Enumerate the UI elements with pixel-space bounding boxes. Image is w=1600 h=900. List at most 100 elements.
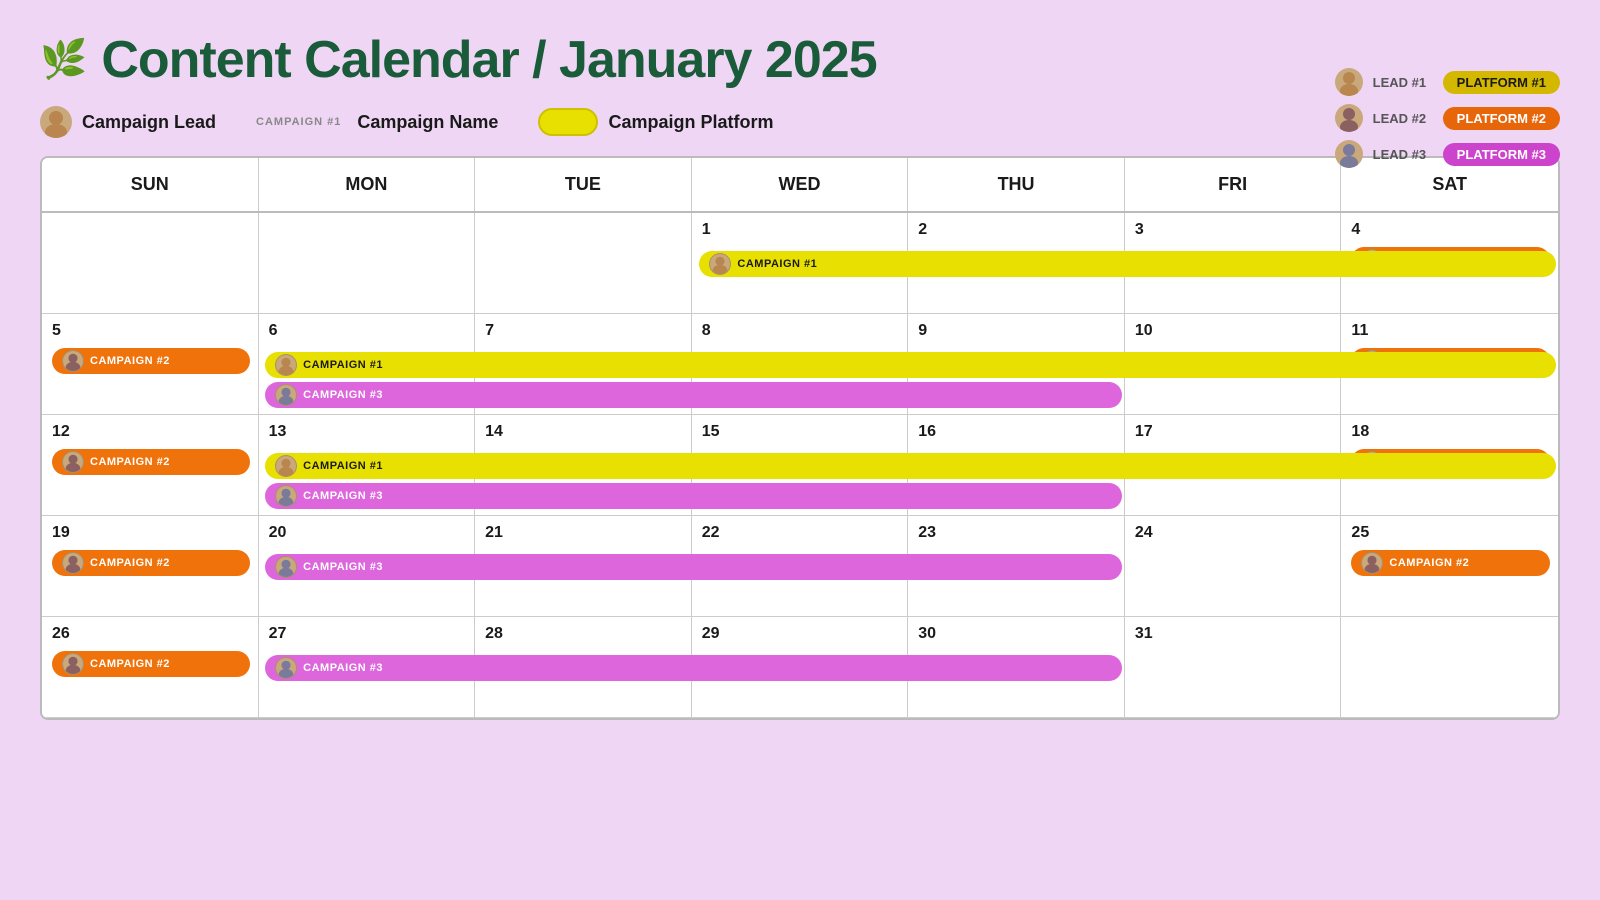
day-number-17: 17	[1135, 423, 1333, 441]
bar-avatar	[1361, 451, 1383, 473]
bar-avatar	[1361, 249, 1383, 271]
campaign-bar-jan12: CAMPAIGN #2	[52, 449, 250, 475]
day-number-7: 7	[485, 322, 683, 340]
day-header-sun: SUN	[42, 158, 259, 211]
cal-cell-jan16: 16	[908, 415, 1125, 515]
day-number-22: 22	[702, 524, 900, 542]
bar-avatar	[62, 350, 84, 372]
cal-cell-jan3: 3	[1125, 213, 1342, 313]
day-number-11: 11	[1351, 322, 1550, 340]
day-number-1: 1	[702, 221, 900, 239]
day-number-15: 15	[702, 423, 900, 441]
day-number-18: 18	[1351, 423, 1550, 441]
day-number-13: 13	[269, 423, 467, 441]
campaign-bar-jan26: CAMPAIGN #2	[52, 651, 250, 677]
legend-campaign-number: CAMPAIGN #1	[256, 116, 341, 128]
day-number-14: 14	[485, 423, 683, 441]
header: 🌿 Content Calendar / January 2025	[40, 30, 1560, 90]
cal-cell-empty-2	[259, 213, 476, 313]
day-header-mon: MON	[259, 158, 476, 211]
legend-row: Campaign Lead CAMPAIGN #1 Campaign Name …	[40, 106, 1560, 138]
side-lead-label-2: LEAD #2	[1373, 111, 1433, 126]
campaign-bar-jan4: CAMPAIGN #2	[1351, 247, 1550, 273]
bar-avatar	[62, 552, 84, 574]
cal-cell-jan5: 5 CAMPAIGN #2	[42, 314, 259, 414]
side-legend-item-3: LEAD #3 PLATFORM #3	[1335, 140, 1560, 168]
cal-cell-jan4: 4 CAMPAIGN #2	[1341, 213, 1558, 313]
campaign-bar-jan19: CAMPAIGN #2	[52, 550, 250, 576]
day-number-29: 29	[702, 625, 900, 643]
cal-row-5: 26 CAMPAIGN #2 27 28 29	[42, 617, 1558, 718]
day-number-24: 24	[1135, 524, 1333, 542]
bar-avatar	[62, 653, 84, 675]
side-lead-avatar-3	[1335, 140, 1363, 168]
cal-cell-jan30: 30	[908, 617, 1125, 717]
cal-cell-jan14: 14	[475, 415, 692, 515]
day-number-9: 9	[918, 322, 1116, 340]
side-platform-badge-1: PLATFORM #1	[1443, 71, 1560, 94]
day-header-fri: FRI	[1125, 158, 1342, 211]
cal-cell-jan6: 6	[259, 314, 476, 414]
day-header-tue: TUE	[475, 158, 692, 211]
calendar: SUN MON TUE WED THU FRI SAT 1 2 3	[40, 156, 1560, 720]
side-lead-avatar-1	[1335, 68, 1363, 96]
cal-cell-jan15: 15	[692, 415, 909, 515]
cal-row-3: 12 CAMPAIGN #2 13 14 15	[42, 415, 1558, 516]
cal-row-wrapper-1: 1 2 3 4 CAMPAIGN #2	[42, 213, 1558, 314]
cal-cell-jan12: 12 CAMPAIGN #2	[42, 415, 259, 515]
platform-color-swatch	[538, 108, 598, 136]
bar-avatar	[1361, 350, 1383, 372]
day-number-3: 3	[1135, 221, 1333, 239]
page: 🌿 Content Calendar / January 2025 Campai…	[0, 0, 1600, 900]
cal-cell-jan20: 20	[259, 516, 476, 616]
day-number-8: 8	[702, 322, 900, 340]
cal-cell-jan25: 25 CAMPAIGN #2	[1341, 516, 1558, 616]
day-number-20: 20	[269, 524, 467, 542]
day-header-wed: WED	[692, 158, 909, 211]
cal-row-1: 1 2 3 4 CAMPAIGN #2	[42, 213, 1558, 314]
legend-campaign-lead: Campaign Lead	[40, 106, 216, 138]
legend-campaign-name-label: Campaign Name	[357, 112, 498, 133]
day-number-16: 16	[918, 423, 1116, 441]
calendar-header: SUN MON TUE WED THU FRI SAT	[42, 158, 1558, 213]
cal-cell-jan21: 21	[475, 516, 692, 616]
cal-row-wrapper-4: 19 CAMPAIGN #2 20 21 22	[42, 516, 1558, 617]
day-number-27: 27	[269, 625, 467, 643]
legend-campaign-name: CAMPAIGN #1 Campaign Name	[256, 112, 498, 133]
side-lead-label-3: LEAD #3	[1373, 147, 1433, 162]
logo-icon: 🌿	[40, 38, 87, 82]
campaign-bar-jan25: CAMPAIGN #2	[1351, 550, 1550, 576]
cal-cell-jan29: 29	[692, 617, 909, 717]
day-number-28: 28	[485, 625, 683, 643]
cal-cell-jan23: 23	[908, 516, 1125, 616]
cal-row-4: 19 CAMPAIGN #2 20 21 22	[42, 516, 1558, 617]
day-number-23: 23	[918, 524, 1116, 542]
side-platform-badge-2: PLATFORM #2	[1443, 107, 1560, 130]
day-number-19: 19	[52, 524, 250, 542]
day-number-6: 6	[269, 322, 467, 340]
side-lead-avatar-2	[1335, 104, 1363, 132]
side-legend-item-1: LEAD #1 PLATFORM #1	[1335, 68, 1560, 96]
bar-avatar	[62, 451, 84, 473]
day-number-10: 10	[1135, 322, 1333, 340]
cal-cell-jan17: 17	[1125, 415, 1342, 515]
day-number-12: 12	[52, 423, 250, 441]
cal-cell-jan11: 11 CAMPAIGN #2	[1341, 314, 1558, 414]
cal-cell-jan24: 24	[1125, 516, 1342, 616]
cal-cell-jan7: 7	[475, 314, 692, 414]
day-number-31: 31	[1135, 625, 1333, 643]
day-number-4: 4	[1351, 221, 1550, 239]
cal-cell-jan31: 31	[1125, 617, 1342, 717]
page-title: Content Calendar / January 2025	[101, 30, 876, 90]
day-number-2: 2	[918, 221, 1116, 239]
cal-row-wrapper-3: 12 CAMPAIGN #2 13 14 15	[42, 415, 1558, 516]
day-number-30: 30	[918, 625, 1116, 643]
legend-campaign-lead-label: Campaign Lead	[82, 112, 216, 133]
cal-cell-empty-3	[475, 213, 692, 313]
day-number-21: 21	[485, 524, 683, 542]
day-number-26: 26	[52, 625, 250, 643]
day-header-thu: THU	[908, 158, 1125, 211]
cal-cell-jan26: 26 CAMPAIGN #2	[42, 617, 259, 717]
campaign-bar-jan18: CAMPAIGN #2	[1351, 449, 1550, 475]
cal-cell-jan22: 22	[692, 516, 909, 616]
